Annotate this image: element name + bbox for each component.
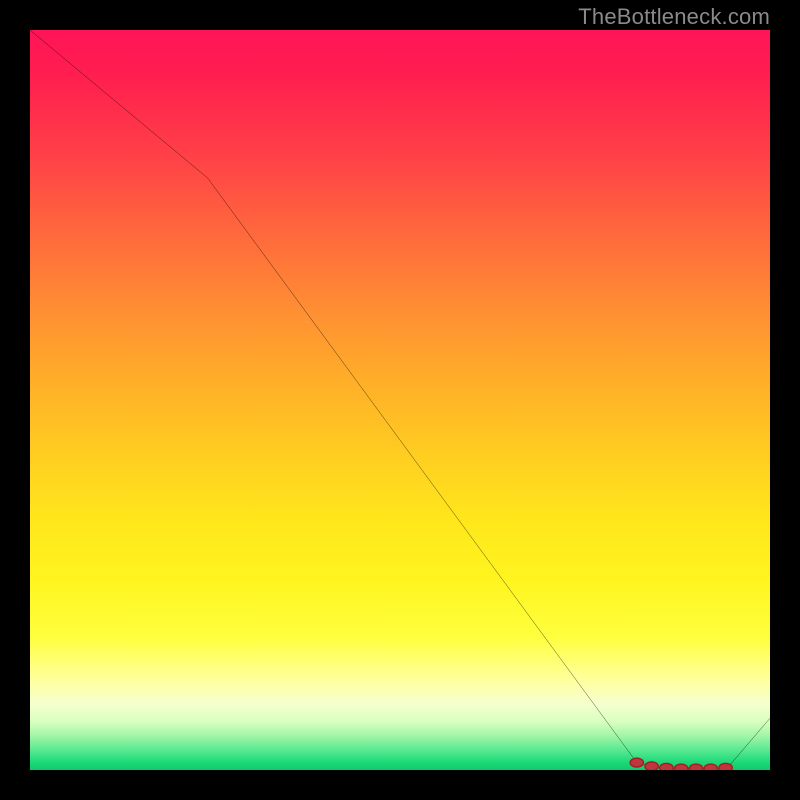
min-marker-dot xyxy=(704,764,717,770)
min-marker-dot xyxy=(719,763,732,770)
curve-line xyxy=(30,30,770,770)
chart-svg xyxy=(30,30,770,770)
min-marker-dot xyxy=(660,763,673,770)
plot-area xyxy=(30,30,770,770)
min-marker-dot xyxy=(689,764,702,770)
min-marker-dot xyxy=(630,758,643,767)
min-marker-dot xyxy=(645,762,658,770)
watermark-text: TheBottleneck.com xyxy=(578,4,770,30)
chart-stage: TheBottleneck.com xyxy=(0,0,800,800)
min-marker-dot xyxy=(675,764,688,770)
min-markers xyxy=(630,758,732,770)
